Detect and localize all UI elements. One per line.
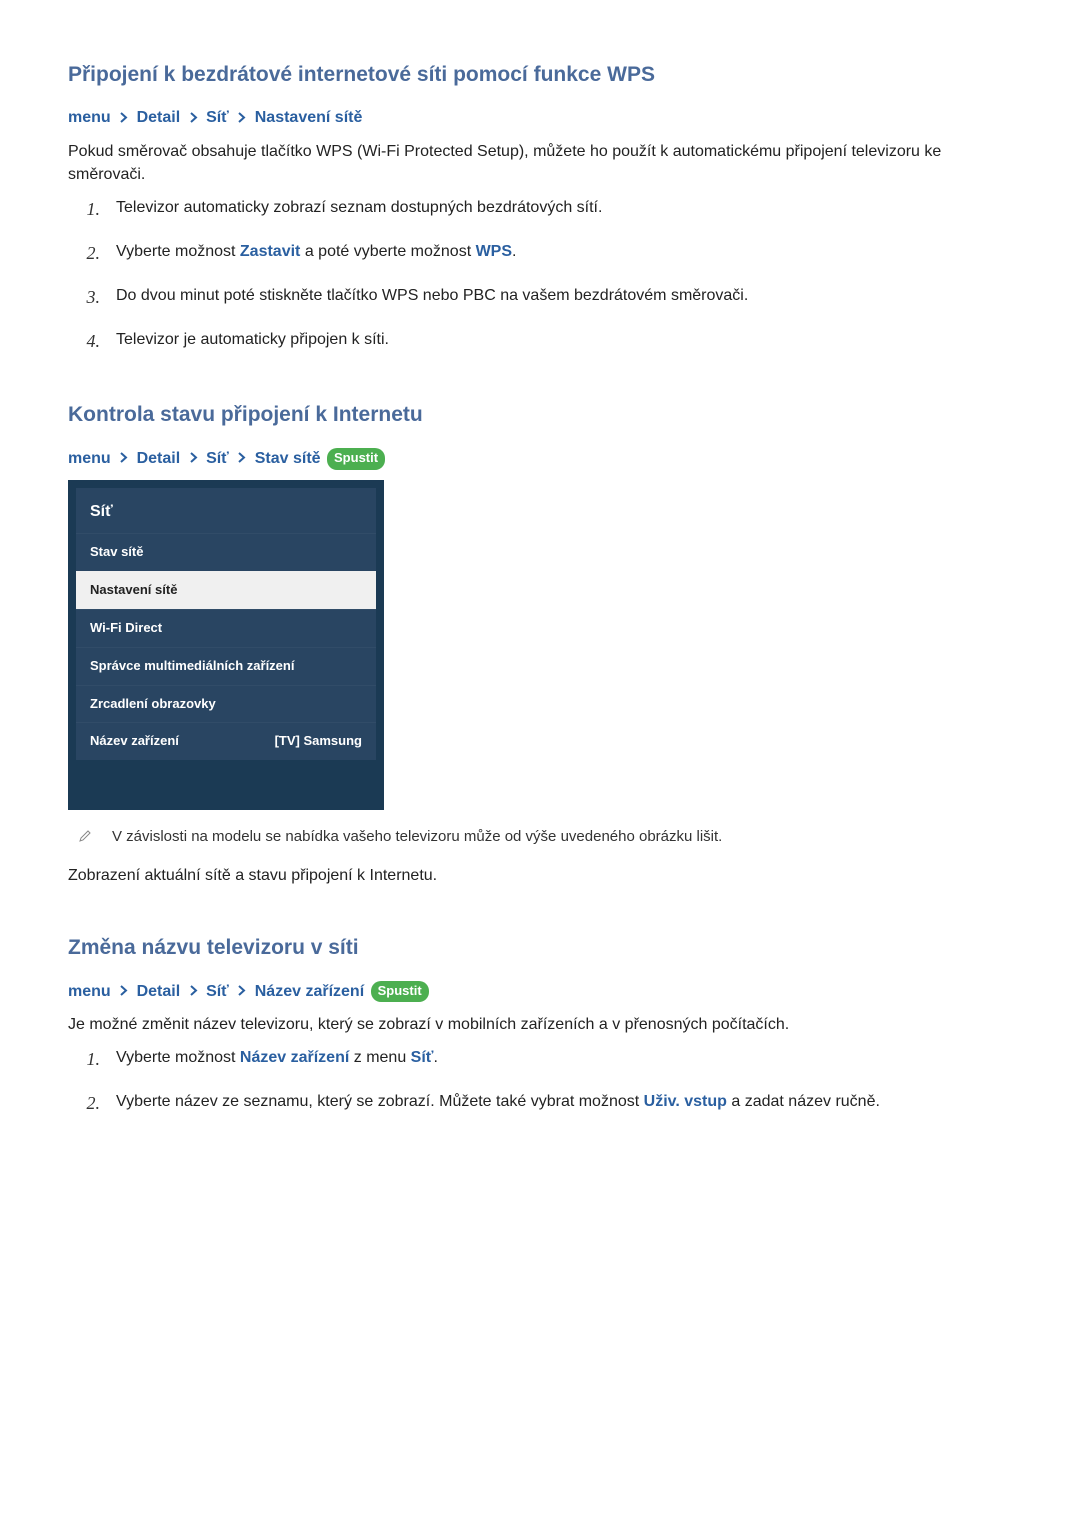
step-number: 4. xyxy=(68,328,100,354)
step-text: Do dvou minut poté stiskněte tlačítko WP… xyxy=(116,284,1012,307)
keyword: Síť xyxy=(411,1049,434,1066)
tv-menu-item[interactable]: Název zařízení [TV] Samsung xyxy=(76,722,376,760)
step-number: 3. xyxy=(68,284,100,310)
crumb: Síť xyxy=(206,109,229,126)
keyword: WPS xyxy=(476,243,512,260)
text-part: a zadat název ručně. xyxy=(727,1093,880,1110)
step-text: Vyberte možnost Zastavit a poté vyberte … xyxy=(116,240,1012,263)
step-item: 4. Televizor je automaticky připojen k s… xyxy=(68,328,1012,354)
step-text: Vyberte název ze seznamu, který se zobra… xyxy=(116,1090,1012,1113)
section-heading: Kontrola stavu připojení k Internetu xyxy=(68,400,1012,430)
step-number: 1. xyxy=(68,1046,100,1072)
step-item: 1. Televizor automaticky zobrazí seznam … xyxy=(68,196,1012,222)
crumb: menu xyxy=(68,450,111,467)
crumb: Název zařízení xyxy=(255,983,364,1000)
keyword: Název zařízení xyxy=(240,1049,349,1066)
crumb: Síť xyxy=(206,450,229,467)
keyword: Uživ. vstup xyxy=(644,1093,727,1110)
crumb: Síť xyxy=(206,983,229,1000)
note-text: V závislosti na modelu se nabídka vašeho… xyxy=(112,826,722,848)
text-part: . xyxy=(512,243,516,260)
crumb: Detail xyxy=(137,450,181,467)
note: V závislosti na modelu se nabídka vašeho… xyxy=(68,826,1012,850)
intro-text: Je možné změnit název televizoru, který … xyxy=(68,1013,1012,1036)
tv-menu-item-label: Stav sítě xyxy=(90,543,143,562)
intro-text: Pokud směrovač obsahuje tlačítko WPS (Wi… xyxy=(68,140,1012,186)
tv-menu: Síť Stav sítě Nastavení sítě Wi-Fi Direc… xyxy=(68,480,384,810)
text-part: Vyberte název ze seznamu, který se zobra… xyxy=(116,1093,644,1110)
step-item: 3. Do dvou minut poté stiskněte tlačítko… xyxy=(68,284,1012,310)
chevron-right-icon xyxy=(237,112,246,123)
crumb: menu xyxy=(68,983,111,1000)
text-part: Vyberte možnost xyxy=(116,1049,240,1066)
tv-menu-item-label: Zrcadlení obrazovky xyxy=(90,695,216,714)
crumb: Nastavení sítě xyxy=(255,109,363,126)
crumb: Detail xyxy=(137,983,181,1000)
steps-list: 1. Televizor automaticky zobrazí seznam … xyxy=(68,196,1012,354)
section-rename: Změna názvu televizoru v síti menu Detai… xyxy=(68,933,1012,1116)
text-part: . xyxy=(433,1049,437,1066)
section-wps: Připojení k bezdrátové internetové síti … xyxy=(68,60,1012,354)
crumb: Stav sítě xyxy=(255,450,321,467)
chevron-right-icon xyxy=(189,985,198,996)
text-part: z menu xyxy=(349,1049,410,1066)
step-item: 2. Vyberte možnost Zastavit a poté vyber… xyxy=(68,240,1012,266)
chevron-right-icon xyxy=(119,452,128,463)
tv-menu-item[interactable]: Nastavení sítě xyxy=(76,571,376,609)
step-item: 1. Vyberte možnost Název zařízení z menu… xyxy=(68,1046,1012,1072)
tv-menu-item-label: Název zařízení xyxy=(90,732,179,751)
tv-menu-item-label: Wi-Fi Direct xyxy=(90,619,162,638)
step-text: Televizor automaticky zobrazí seznam dos… xyxy=(116,196,1012,219)
run-button[interactable]: Spustit xyxy=(371,981,429,1003)
body-text: Zobrazení aktuální sítě a stavu připojen… xyxy=(68,864,1012,887)
step-item: 2. Vyberte název ze seznamu, který se zo… xyxy=(68,1090,1012,1116)
tv-menu-item[interactable]: Zrcadlení obrazovky xyxy=(76,685,376,723)
step-number: 2. xyxy=(68,1090,100,1116)
section-heading: Změna názvu televizoru v síti xyxy=(68,933,1012,963)
chevron-right-icon xyxy=(189,452,198,463)
chevron-right-icon xyxy=(237,452,246,463)
breadcrumb: menu Detail Síť Stav sítě Spustit xyxy=(68,447,1012,470)
steps-list: 1. Vyberte možnost Název zařízení z menu… xyxy=(68,1046,1012,1116)
chevron-right-icon xyxy=(189,112,198,123)
crumb: Detail xyxy=(137,109,181,126)
section-status: Kontrola stavu připojení k Internetu men… xyxy=(68,400,1012,887)
tv-menu-item-label: Nastavení sítě xyxy=(90,581,177,600)
chevron-right-icon xyxy=(119,112,128,123)
breadcrumb: menu Detail Síť Název zařízení Spustit xyxy=(68,980,1012,1003)
tv-menu-title: Síť xyxy=(76,488,376,533)
tv-menu-item-value: [TV] Samsung xyxy=(275,732,362,751)
text-part: a poté vyberte možnost xyxy=(300,243,475,260)
tv-menu-item[interactable]: Správce multimediálních zařízení xyxy=(76,647,376,685)
step-text: Televizor je automaticky připojen k síti… xyxy=(116,328,1012,351)
crumb: menu xyxy=(68,109,111,126)
tv-menu-item[interactable]: Stav sítě xyxy=(76,533,376,571)
step-number: 1. xyxy=(68,196,100,222)
tv-menu-item-label: Správce multimediálních zařízení xyxy=(90,657,294,676)
breadcrumb: menu Detail Síť Nastavení sítě xyxy=(68,106,1012,129)
section-heading: Připojení k bezdrátové internetové síti … xyxy=(68,60,1012,90)
run-button[interactable]: Spustit xyxy=(327,448,385,470)
step-text: Vyberte možnost Název zařízení z menu Sí… xyxy=(116,1046,1012,1069)
pencil-icon xyxy=(78,828,92,850)
tv-menu-item[interactable]: Wi-Fi Direct xyxy=(76,609,376,647)
chevron-right-icon xyxy=(237,985,246,996)
step-number: 2. xyxy=(68,240,100,266)
text-part: Vyberte možnost xyxy=(116,243,240,260)
keyword: Zastavit xyxy=(240,243,300,260)
chevron-right-icon xyxy=(119,985,128,996)
